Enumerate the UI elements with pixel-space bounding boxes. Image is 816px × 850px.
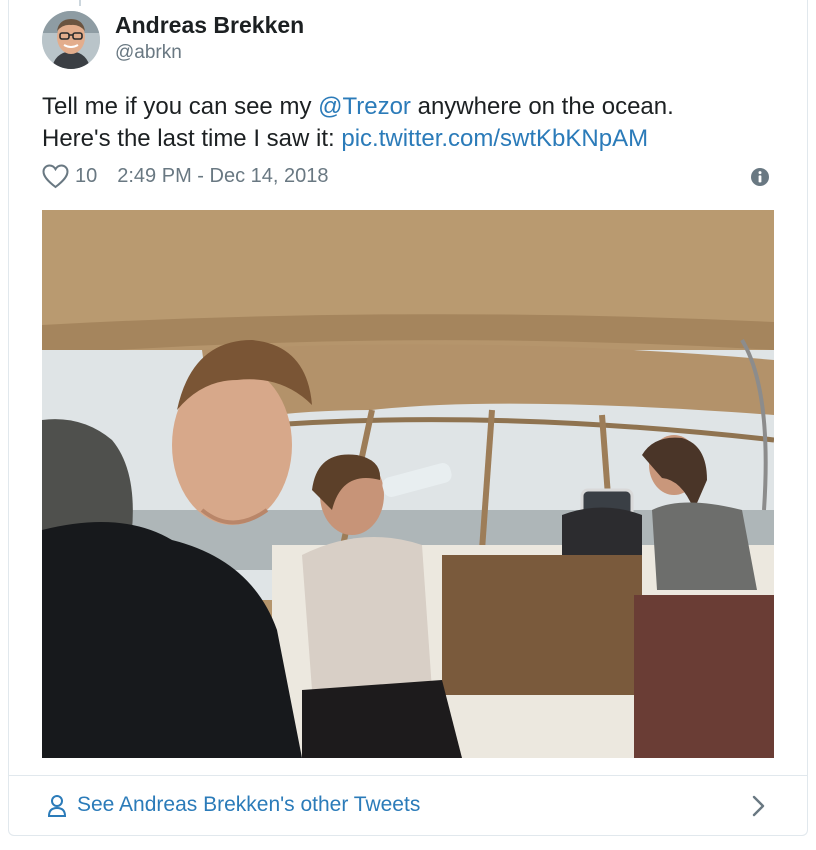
tweet-timestamp[interactable]: 2:49 PM - Dec 14, 2018 — [117, 165, 328, 188]
tweet-media-photo[interactable] — [42, 210, 774, 758]
tweet-text-part: Tell me if you can see my — [42, 93, 319, 120]
tweet-text-part: Here's the last time I saw it: — [42, 125, 342, 152]
see-other-tweets-label[interactable]: See Andreas Brekken's other Tweets — [77, 793, 420, 817]
thread-connector — [79, 0, 81, 6]
author-display-name[interactable]: Andreas Brekken — [115, 12, 304, 39]
person-icon — [47, 795, 67, 817]
author-screen-name[interactable]: @abrkn — [115, 42, 182, 64]
chevron-right-icon[interactable] — [752, 794, 766, 818]
media-link[interactable]: pic.twitter.com/swtKbKNpAM — [341, 125, 648, 152]
tweet-text: Tell me if you can see my @Trezor anywhe… — [42, 91, 782, 155]
tweet-text-part: anywhere on the ocean. — [410, 93, 674, 120]
see-other-tweets-link[interactable]: See Andreas Brekken's other Tweets — [9, 776, 807, 834]
avatar-photo — [42, 11, 100, 69]
tweet-meta: 10 2:49 PM - Dec 14, 2018 — [42, 162, 328, 190]
tweet-card: Andreas Brekken @abrkn Tell me if you ca… — [8, 0, 808, 836]
like-count[interactable]: 10 — [75, 165, 97, 188]
mention-link[interactable]: @Trezor — [318, 93, 411, 120]
info-icon[interactable] — [750, 167, 770, 187]
heart-icon[interactable] — [42, 163, 69, 189]
avatar[interactable] — [42, 11, 100, 69]
boat-cabin-photo — [42, 210, 774, 758]
